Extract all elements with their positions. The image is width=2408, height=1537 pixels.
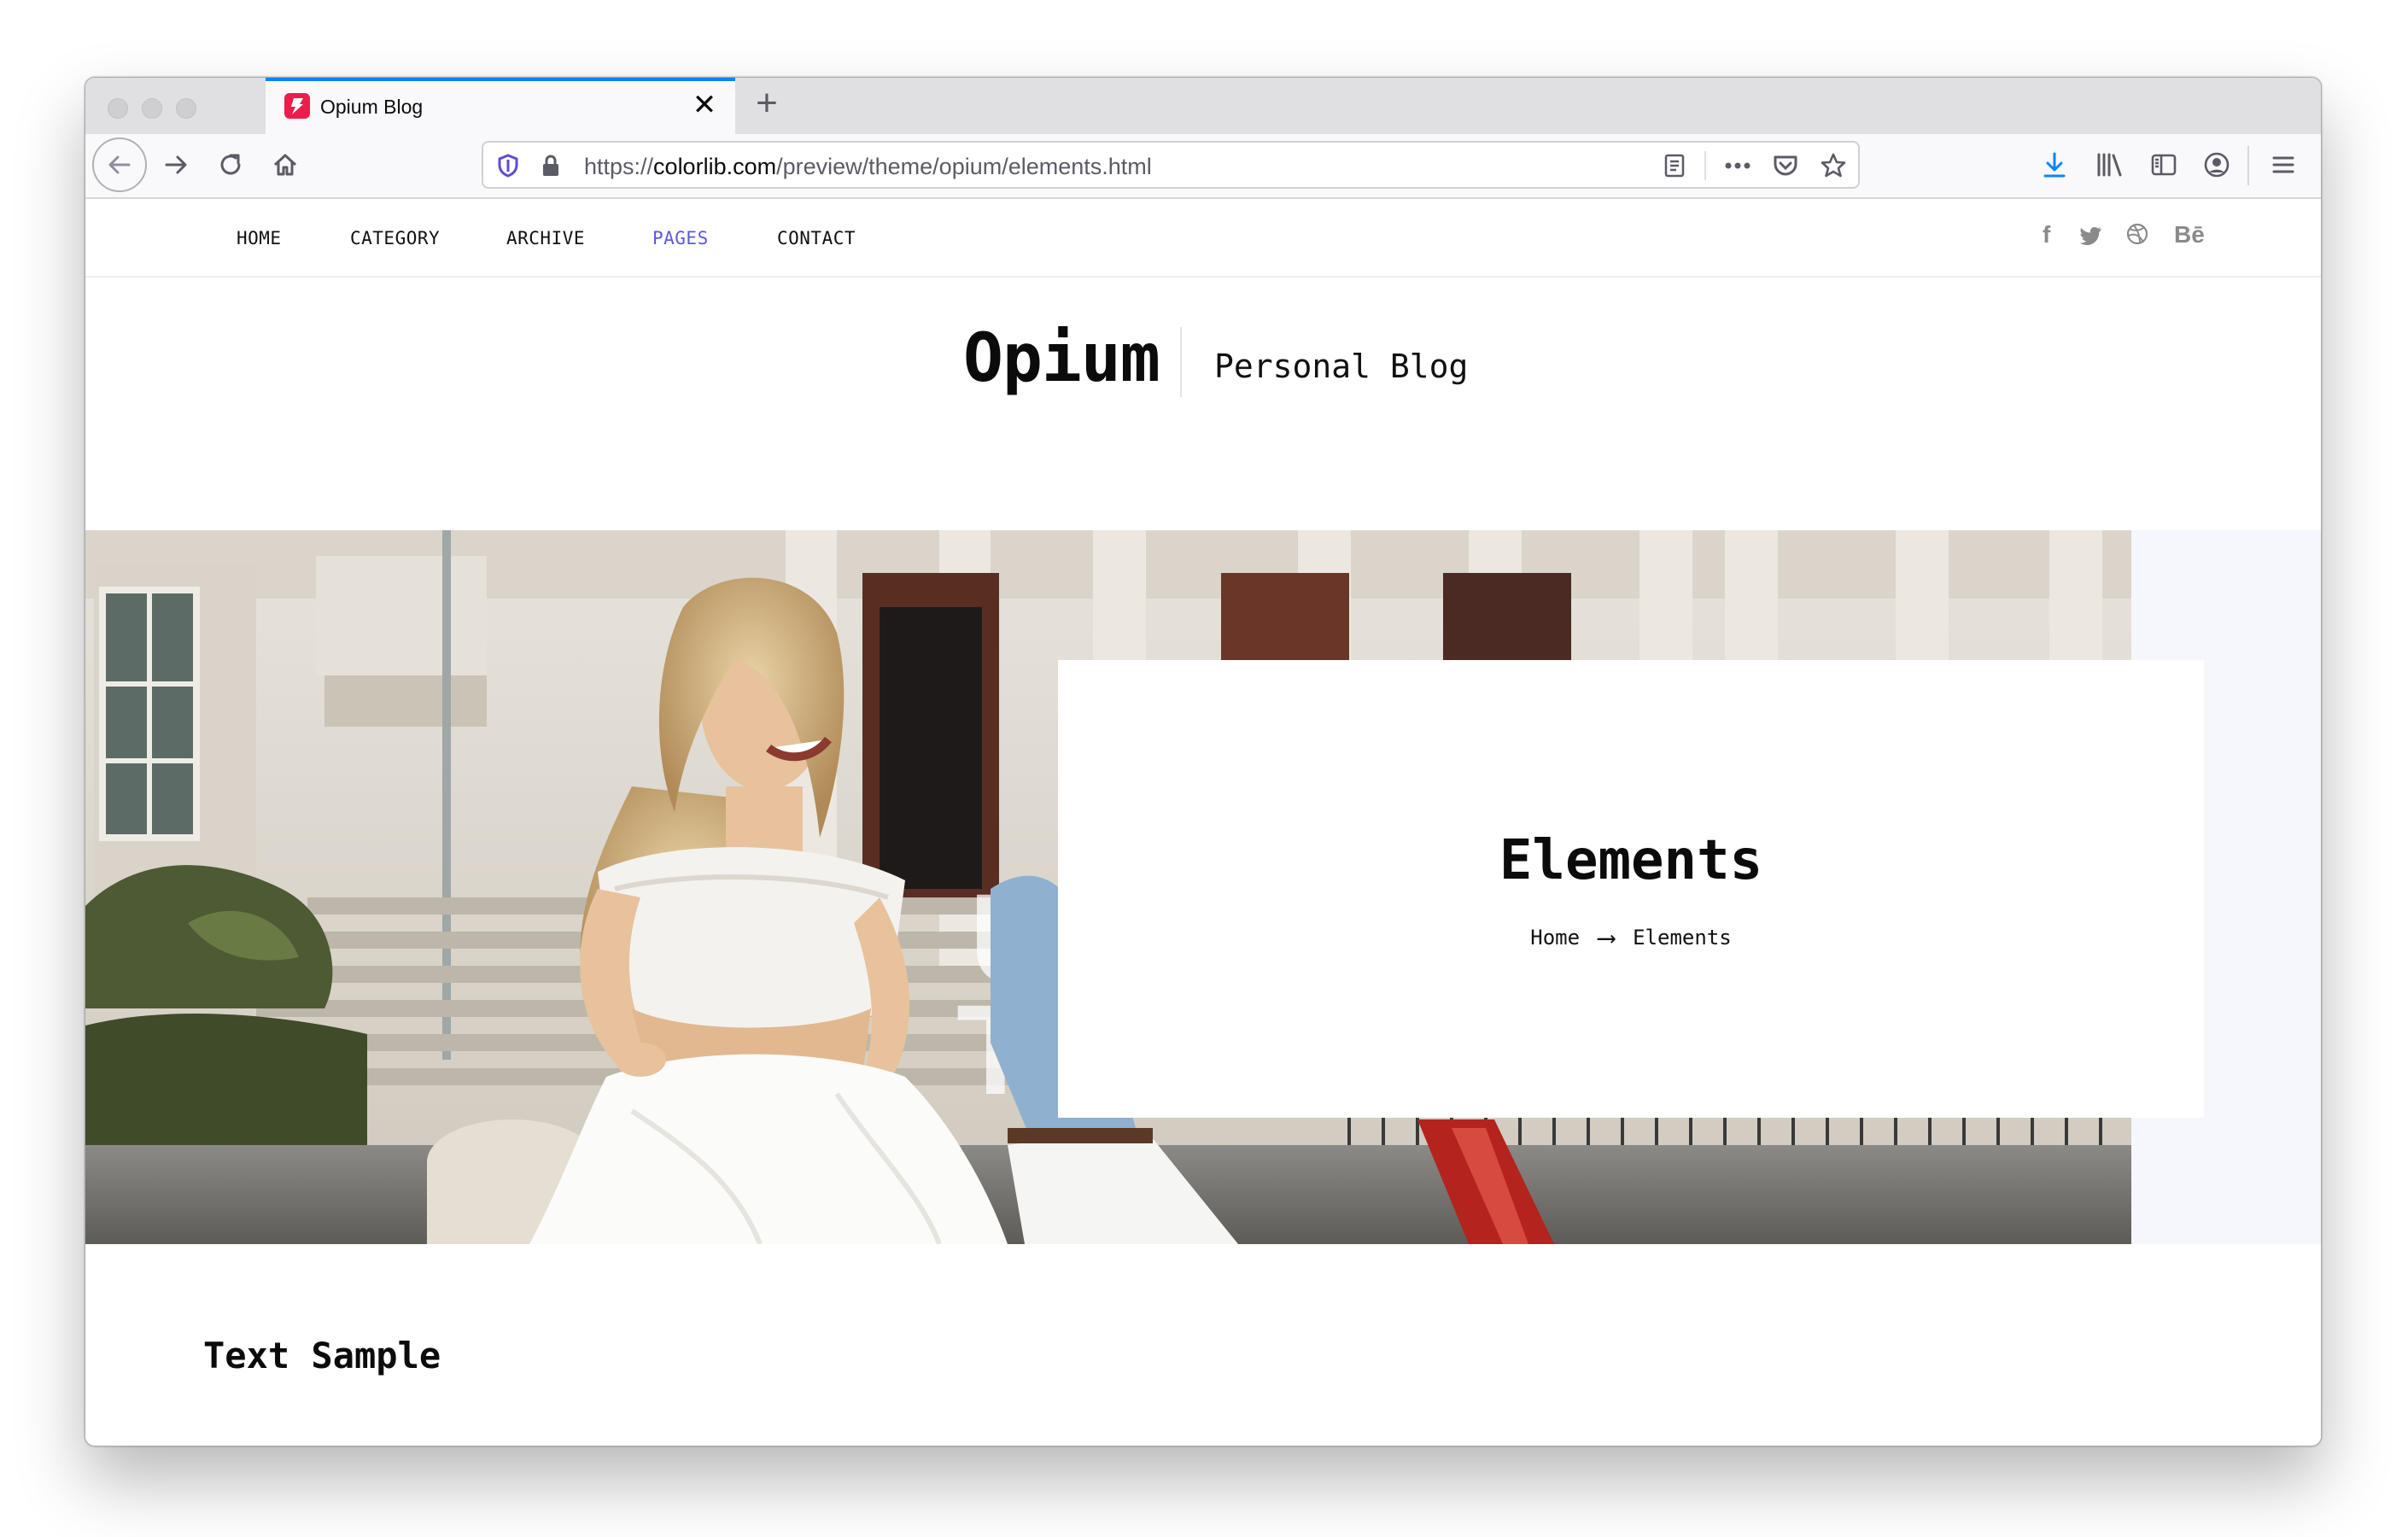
twitter-icon[interactable] bbox=[2079, 225, 2102, 251]
section-heading: Text Sample bbox=[203, 1335, 441, 1376]
library-icon bbox=[2097, 153, 2122, 177]
address-bar[interactable]: https://colorlib.com/preview/theme/opium… bbox=[482, 141, 1860, 189]
page-title: Elements bbox=[1499, 829, 1763, 892]
page-title-card: Elements Home ⟶ Elements bbox=[1058, 660, 2204, 1118]
url-text[interactable]: https://colorlib.com/preview/theme/opium… bbox=[584, 154, 1152, 180]
back-arrow-icon bbox=[108, 155, 131, 174]
zoom-window-dot[interactable] bbox=[176, 98, 196, 119]
facebook-icon[interactable]: f bbox=[2043, 221, 2050, 248]
back-button[interactable] bbox=[92, 137, 147, 192]
tab-opium-blog[interactable]: Opium Blog ✕ bbox=[266, 78, 735, 134]
web-page: HOME CATEGORY ARCHIVE PAGES CONTACT f Bē… bbox=[85, 199, 2321, 1446]
bookmark-star-icon[interactable] bbox=[1817, 149, 1850, 182]
home-button[interactable] bbox=[265, 144, 306, 185]
breadcrumb: Home ⟶ Elements bbox=[1058, 923, 2204, 953]
pocket-icon[interactable] bbox=[1769, 149, 1802, 182]
tab-close-icon[interactable]: ✕ bbox=[689, 90, 720, 120]
minimize-window-dot[interactable] bbox=[142, 98, 162, 119]
arrow-right-icon: ⟶ bbox=[1599, 923, 1615, 953]
menu-button[interactable] bbox=[2263, 144, 2304, 185]
download-arrow-icon bbox=[2043, 152, 2066, 178]
hero-banner: UC TI bbox=[85, 530, 2321, 1244]
downloads-button[interactable] bbox=[2034, 144, 2075, 185]
site-navigation: HOME CATEGORY ARCHIVE PAGES CONTACT f Bē bbox=[85, 199, 2321, 278]
nav-home[interactable]: HOME bbox=[237, 228, 282, 248]
site-tagline: Personal Blog bbox=[1214, 348, 1469, 385]
nav-toolbar: https://colorlib.com/preview/theme/opium… bbox=[85, 134, 2321, 199]
account-button[interactable] bbox=[2196, 144, 2237, 185]
reload-icon bbox=[220, 154, 241, 175]
reader-view-icon[interactable] bbox=[1658, 149, 1691, 182]
site-logo[interactable]: Opium bbox=[963, 320, 1160, 397]
nav-archive[interactable]: ARCHIVE bbox=[506, 228, 585, 248]
hamburger-menu-icon bbox=[2272, 156, 2294, 173]
forward-button[interactable] bbox=[155, 144, 196, 185]
nav-contact[interactable]: CONTACT bbox=[777, 228, 856, 248]
home-icon bbox=[273, 154, 297, 176]
nav-category[interactable]: CATEGORY bbox=[350, 228, 440, 248]
breadcrumb-home[interactable]: Home bbox=[1530, 926, 1580, 950]
header-divider bbox=[1180, 327, 1182, 397]
breadcrumb-current: Elements bbox=[1633, 926, 1732, 950]
toolbar-divider bbox=[2247, 146, 2249, 185]
site-favicon-icon bbox=[284, 93, 310, 119]
forward-arrow-icon bbox=[165, 155, 187, 174]
new-tab-button[interactable]: + bbox=[748, 85, 786, 124]
browser-window: Opium Blog ✕ + https://colorlib.com/prev… bbox=[85, 77, 2322, 1446]
sidebar-icon bbox=[2151, 154, 2177, 176]
library-button[interactable] bbox=[2089, 144, 2130, 185]
close-window-dot[interactable] bbox=[108, 98, 128, 119]
url-separator bbox=[1704, 151, 1706, 180]
sidebar-button[interactable] bbox=[2143, 144, 2184, 185]
behance-icon[interactable]: Bē bbox=[2174, 221, 2205, 248]
page-actions-icon[interactable] bbox=[1721, 149, 1754, 182]
lock-icon[interactable] bbox=[535, 149, 567, 182]
tab-strip: Opium Blog ✕ + bbox=[85, 78, 2321, 134]
site-header: Opium Personal Blog bbox=[85, 278, 2321, 448]
tab-title: Opium Blog bbox=[320, 96, 424, 118]
nav-pages[interactable]: PAGES bbox=[652, 228, 709, 248]
reload-button[interactable] bbox=[210, 144, 251, 185]
dribbble-icon[interactable] bbox=[2126, 223, 2148, 251]
account-icon bbox=[2204, 152, 2230, 178]
tracking-shield-icon[interactable] bbox=[492, 149, 524, 182]
